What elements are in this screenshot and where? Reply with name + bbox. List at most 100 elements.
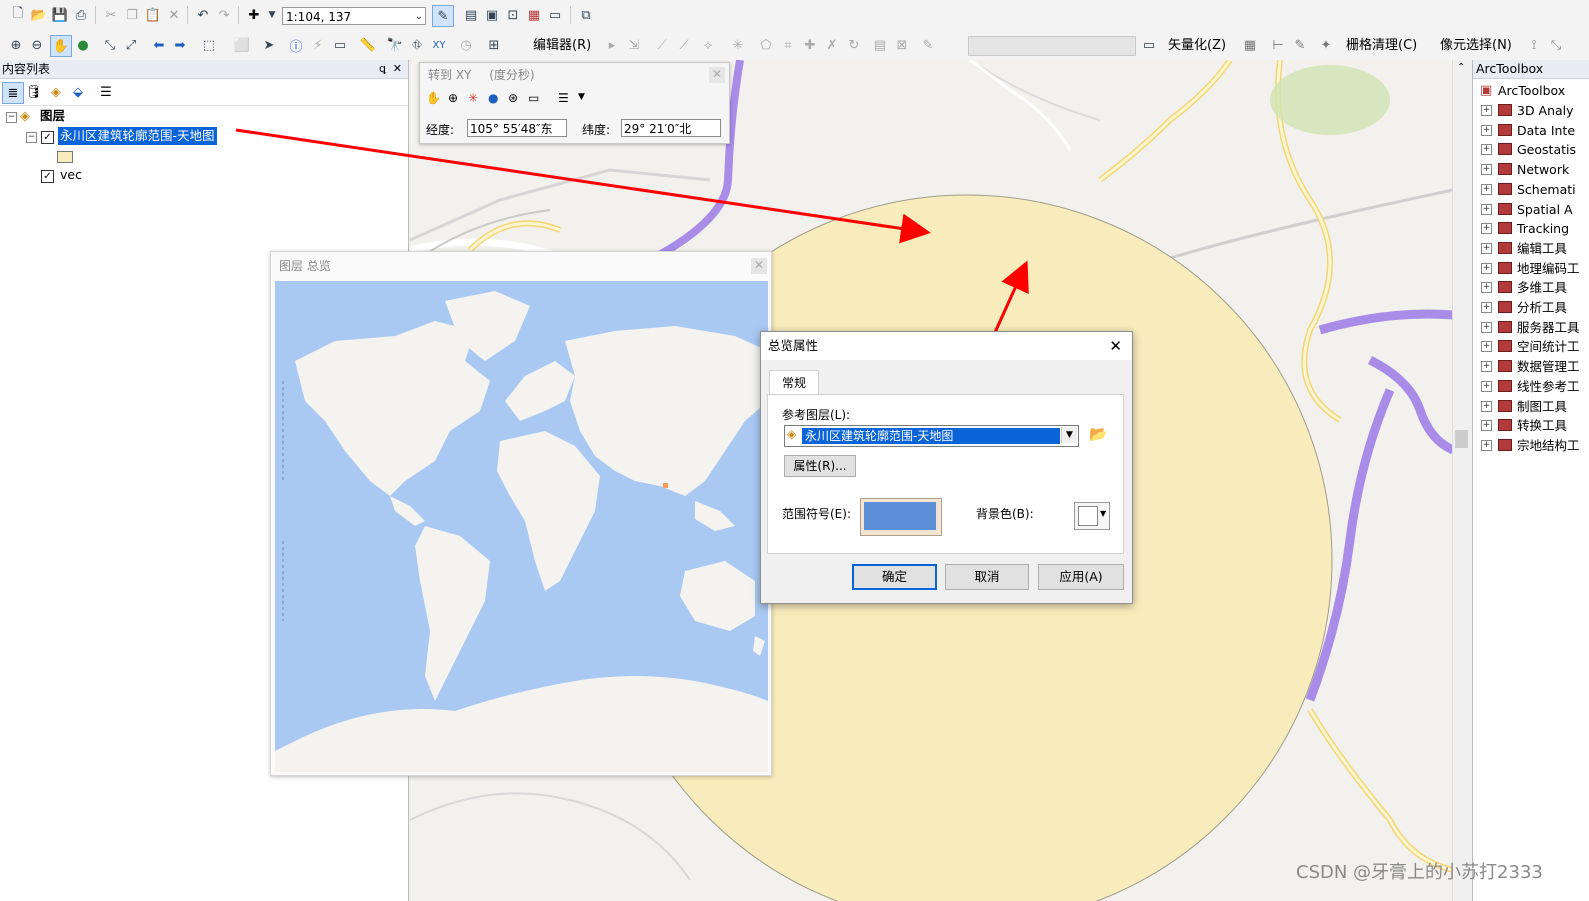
list-by-visibility-icon[interactable]: ◈ — [46, 82, 66, 102]
goto-xy-icon[interactable]: XY — [429, 35, 449, 55]
straight-segment-icon[interactable]: ⟋ — [652, 35, 672, 55]
search-window-icon[interactable]: ⊡ — [503, 5, 523, 25]
expand-icon[interactable]: + — [1481, 262, 1492, 274]
list-by-selection-icon[interactable]: ⬙ — [68, 82, 88, 102]
reference-layer-select[interactable]: ◈ 永川区建筑轮廓范围-天地图 ▼ — [784, 425, 1079, 447]
editor-menu[interactable]: 编辑器(R) — [533, 37, 591, 55]
tab-general[interactable]: 常规 — [769, 370, 819, 395]
layer-item-selected[interactable]: 永川区建筑轮廓范围-天地图 — [58, 127, 217, 145]
expand-icon[interactable]: + — [1481, 105, 1492, 116]
raster-cleanup-icon[interactable]: ✦ — [1316, 35, 1336, 55]
fixed-zoom-out-icon[interactable]: ⤢ — [121, 35, 141, 55]
raster-layer-combo[interactable] — [968, 36, 1136, 56]
find-icon[interactable]: 🔭 — [385, 35, 405, 55]
open-folder-icon[interactable]: 📂 — [29, 5, 49, 25]
cancel-button[interactable]: 取消 — [945, 564, 1029, 590]
close-icon[interactable]: ✕ — [393, 60, 402, 78]
rotate-icon[interactable]: ↻ — [844, 35, 864, 55]
new-document-icon[interactable]: 🗋 — [8, 5, 28, 25]
pan-to-icon[interactable]: ✋ — [426, 91, 441, 105]
create-viewer-icon[interactable]: ⊞ — [484, 35, 504, 55]
map-vertical-scrollbar[interactable]: ⌃ — [1452, 60, 1472, 901]
expand-icon[interactable]: + — [1481, 321, 1492, 333]
endpoint-arc-icon[interactable]: ⟋ — [674, 35, 694, 55]
expand-icon[interactable]: + — [1481, 183, 1492, 195]
expand-icon[interactable]: + — [1481, 203, 1492, 215]
data-frame-label[interactable]: 图层 — [40, 107, 65, 125]
forward-extent-icon[interactable]: ➡ — [170, 35, 190, 55]
layer-item[interactable]: vec — [60, 166, 82, 184]
toc-options-icon[interactable]: ☰ — [96, 82, 116, 102]
point-icon[interactable]: ✳ — [728, 35, 748, 55]
list-by-drawing-order-icon[interactable]: ≣ — [2, 82, 24, 104]
ok-button[interactable]: 确定 — [852, 564, 937, 590]
add-callout-icon[interactable]: ▭ — [528, 91, 539, 105]
time-slider-icon[interactable]: ◷ — [456, 35, 476, 55]
apply-button[interactable]: 应用(A) — [1038, 564, 1124, 590]
paste-icon[interactable]: 📋 — [143, 5, 163, 25]
pin-icon[interactable]: ꝗ — [379, 60, 386, 78]
zoom-in-icon[interactable]: ⊕ — [6, 35, 26, 55]
copy-icon[interactable]: ❐ — [122, 5, 142, 25]
expand-icon[interactable]: + — [1481, 223, 1492, 235]
find-route-icon[interactable]: ⛗ — [407, 35, 427, 55]
cell-selection-menu[interactable]: 像元选择(N) — [1440, 37, 1512, 55]
browse-folder-icon[interactable]: 📂 — [1089, 425, 1111, 445]
expand-icon[interactable]: + — [1481, 400, 1492, 412]
split-icon[interactable]: ✗ — [822, 35, 842, 55]
chevron-down-icon[interactable]: ▼ — [578, 92, 585, 102]
close-icon[interactable]: ✕ — [709, 67, 725, 83]
overview-extent-marker[interactable] — [663, 483, 668, 488]
zoom-out-icon[interactable]: ⊖ — [27, 35, 47, 55]
raster-snapping-icon[interactable]: ⊢ — [1268, 35, 1288, 55]
create-features-icon[interactable]: ✎ — [918, 35, 938, 55]
arctoolbox-window-icon[interactable]: ▦ — [524, 5, 544, 25]
extent-symbol-button[interactable] — [860, 498, 942, 536]
cut-polygons-icon[interactable]: ✚ — [800, 35, 820, 55]
background-color-picker[interactable]: ▼ — [1074, 502, 1110, 530]
layer-symbol-swatch[interactable] — [57, 151, 73, 163]
close-icon[interactable]: ✕ — [751, 258, 767, 274]
expand-icon[interactable]: + — [1481, 164, 1492, 176]
close-icon[interactable]: ✕ — [1109, 332, 1122, 360]
select-elements-icon[interactable]: ➤ — [259, 35, 279, 55]
catalog-window-icon[interactable]: ▣ — [482, 5, 502, 25]
expand-icon[interactable]: + — [1481, 124, 1492, 136]
expand-icon[interactable]: + — [1481, 144, 1492, 156]
clear-selection-icon[interactable]: ⬜ — [232, 35, 252, 55]
longitude-input[interactable]: 105° 55′48″东 — [467, 119, 567, 137]
expand-icon[interactable]: + — [1481, 361, 1492, 373]
model-builder-icon[interactable]: ⧉ — [576, 5, 596, 25]
select-features-icon[interactable]: ⬚ — [199, 35, 219, 55]
hyperlink-icon[interactable]: ⚡ — [308, 35, 328, 55]
vectorization-menu[interactable]: 矢量化(Z) — [1168, 37, 1226, 55]
save-icon[interactable]: 💾 — [50, 5, 70, 25]
html-popup-icon[interactable]: ▭ — [330, 35, 350, 55]
add-data-icon[interactable]: ✚ — [244, 5, 264, 25]
expand-collapse-icon[interactable]: − — [6, 112, 17, 123]
full-extent-icon[interactable]: ● — [73, 35, 93, 55]
layer-properties-button[interactable]: 属性(R)... — [784, 455, 856, 477]
expand-icon[interactable]: + — [1481, 420, 1492, 432]
expand-icon[interactable]: + — [1481, 439, 1492, 451]
raster-cleanup-menu[interactable]: 栅格清理(C) — [1346, 37, 1417, 55]
add-point-icon[interactable]: ● — [488, 91, 498, 105]
edit-annotation-icon[interactable]: ⇲ — [624, 35, 644, 55]
python-window-icon[interactable]: ▭ — [545, 5, 565, 25]
trace-icon[interactable]: ⟡ — [698, 35, 718, 55]
expand-icon[interactable]: + — [1481, 341, 1492, 353]
undo-icon[interactable]: ↶ — [193, 5, 213, 25]
list-by-source-icon[interactable]: 🛢 — [24, 82, 44, 102]
vectorization-trace-icon[interactable]: ✎ — [1290, 35, 1310, 55]
scrollbar-thumb[interactable] — [1455, 430, 1468, 448]
layer-visibility-checkbox[interactable]: ✓ — [41, 170, 54, 183]
flash-icon[interactable]: ✳ — [468, 91, 478, 105]
pan-icon[interactable]: ✋ — [50, 35, 72, 57]
chevron-down-icon[interactable]: ▼ — [1061, 427, 1077, 443]
expand-icon[interactable]: + — [1481, 242, 1492, 254]
vectorization-settings-icon[interactable]: ▭ — [1139, 35, 1159, 55]
latitude-input[interactable]: 29° 21′0″北 — [621, 119, 721, 137]
interactive-selection-icon[interactable]: ⤡ — [1546, 35, 1566, 55]
cut-icon[interactable]: ✂ — [101, 5, 121, 25]
edit-tool-icon[interactable]: ▸ — [602, 35, 622, 55]
